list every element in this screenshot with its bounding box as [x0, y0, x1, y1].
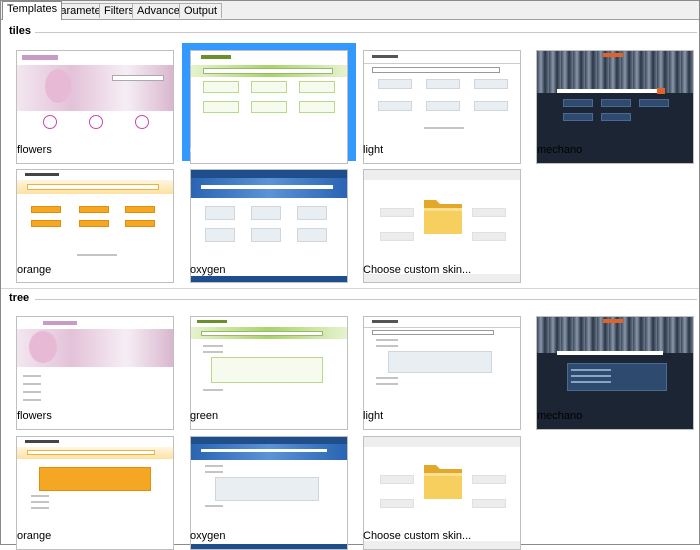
label-tree-flowers: flowers [17, 410, 52, 422]
folder-icon [422, 194, 464, 238]
tab-templates[interactable]: Templates [2, 1, 63, 20]
thumb-tree-light[interactable] [363, 316, 521, 430]
label-tree-light: light [363, 410, 384, 422]
label-tree-green: green [190, 410, 219, 422]
thumb-tiles-light[interactable] [363, 50, 521, 164]
label-tiles-custom: Choose custom skin... [363, 264, 472, 276]
label-tiles-orange: orange [17, 264, 52, 276]
section-divider [35, 32, 697, 33]
tab-output[interactable]: Output [179, 3, 223, 18]
label-tiles-light: light [363, 144, 384, 156]
section-divider [35, 299, 697, 300]
section-title-tree: tree [9, 292, 30, 304]
label-tree-oxygen: oxygen [190, 530, 226, 542]
label-tiles-green: green [190, 144, 219, 156]
folder-icon [422, 459, 464, 503]
label-tiles-flowers: flowers [17, 144, 52, 156]
label-tiles-mechano: mechano [537, 144, 583, 156]
section-separator [1, 288, 699, 289]
label-tree-mechano: mechano [537, 410, 583, 422]
tab-bar: Templates Parameters Filters Advanced Ou… [1, 1, 699, 20]
label-tree-orange: orange [17, 530, 52, 542]
template-panel: Templates Parameters Filters Advanced Ou… [0, 0, 700, 550]
label-tiles-oxygen: oxygen [190, 264, 226, 276]
label-tree-custom: Choose custom skin... [363, 530, 472, 542]
section-title-tiles: tiles [9, 25, 32, 37]
